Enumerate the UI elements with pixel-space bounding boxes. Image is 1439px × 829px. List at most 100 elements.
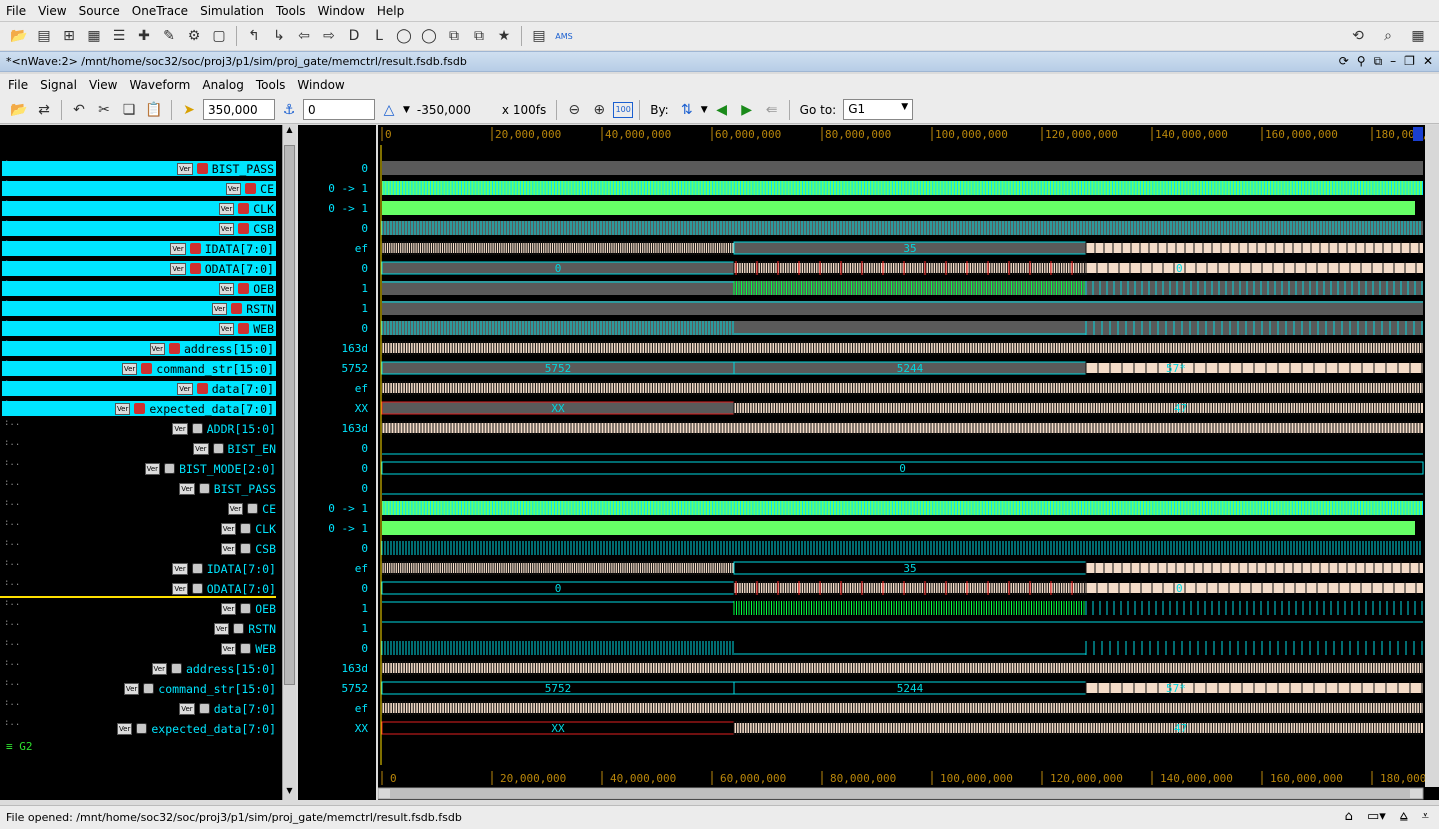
signal-row[interactable]: :..VerIDATA[7:0] [0, 238, 282, 258]
menu-simulation[interactable]: Simulation [194, 4, 270, 18]
search-backward-icon[interactable]: ◀ [711, 99, 733, 121]
signal-row[interactable]: :..Veraddress[15:0] [0, 338, 282, 358]
signal-name[interactable]: Ver ADDR[15:0] [172, 421, 276, 436]
waveform-canvas[interactable]: 0 0 20,000,000 20,000,000 40,000,000 40,000,0… [378, 125, 1439, 800]
ams-icon[interactable]: AMS [553, 25, 575, 47]
by-dropdown-icon[interactable]: ▼ [701, 105, 708, 115]
signal-name[interactable]: Ver WEB [220, 641, 276, 656]
search-by-icon[interactable]: ⇅ [676, 99, 698, 121]
collapse-icon[interactable]: ⩠ [1400, 809, 1408, 824]
search-icon[interactable]: ⌕ [1377, 25, 1399, 47]
new-icon[interactable]: ▢ [208, 25, 230, 47]
signal-row[interactable]: :..VerWEB [0, 318, 282, 338]
paste-icon[interactable]: 📋 [143, 99, 165, 121]
hier2-icon[interactable]: ⧉ [468, 25, 490, 47]
nwave-menu-signal[interactable]: Signal [34, 78, 83, 92]
signal-name-pane[interactable]: :.. Ver BIST_PASS:.. Ver CE:.. Ver CLK:.. Ver CS… [0, 125, 282, 800]
signal-name[interactable]: Ver BIST_EN [193, 441, 276, 456]
copy-icon[interactable]: ❏ [118, 99, 140, 121]
signal-row[interactable]: :.. Ver BIST_PASS [0, 478, 282, 498]
signal-name[interactable]: Ver IDATA[7:0] [172, 561, 276, 576]
menu-tools[interactable]: Tools [270, 4, 312, 18]
signal-row[interactable]: :..Vercommand_str[15:0] [0, 678, 282, 698]
signal-row[interactable]: :.. Ver BIST_EN [0, 438, 282, 458]
waveform-pane[interactable]: 0 0 20,000,000 20,000,000 40,000,000 40,000,0… [378, 125, 1439, 800]
signal-row[interactable]: :..Vercommand_str[15:0] [0, 358, 282, 378]
nwave-menu-analog[interactable]: Analog [196, 78, 249, 92]
menu-source[interactable]: Source [73, 4, 126, 18]
signal-row[interactable]: :..VerCSB [0, 218, 282, 238]
signal-row[interactable]: :..Verexpected_data[7:0] [0, 718, 282, 738]
search-forward-icon[interactable]: ▶ [736, 99, 758, 121]
signal-name[interactable]: Ver expected_data[7:0] [116, 721, 276, 736]
search-all-icon[interactable]: ⇚ [761, 99, 783, 121]
signal-name[interactable]: Ver OEB [220, 601, 276, 616]
d-icon[interactable]: D [343, 25, 365, 47]
signal-name[interactable]: Ver CE [227, 501, 276, 516]
signal-pane-scrollbar[interactable]: ▲ ▼ [282, 125, 296, 800]
signal-row[interactable]: :..VerCSB [0, 538, 282, 558]
signal-row[interactable]: :..VerRSTN [0, 618, 282, 638]
signal-name[interactable]: Ver ODATA[7:0] [2, 261, 276, 276]
delta-dropdown-icon[interactable]: ▼ [403, 105, 410, 115]
signal-name[interactable]: Ver RSTN [2, 301, 276, 316]
list-icon[interactable]: ☰ [108, 25, 130, 47]
signal-row[interactable]: :..VerRSTN [0, 298, 282, 318]
signal-name[interactable]: Ver BIST_PASS [2, 161, 276, 176]
trace-down-icon[interactable]: ↳ [268, 25, 290, 47]
open-folder-icon[interactable]: 📂 [8, 99, 30, 121]
menu-view[interactable]: View [32, 4, 72, 18]
reload-icon[interactable]: ⇄ [33, 99, 55, 121]
signal-name[interactable]: Ver BIST_MODE[2:0] [144, 461, 276, 476]
highlight-icon[interactable]: ★ [493, 25, 515, 47]
signal-name[interactable]: Ver command_str[15:0] [2, 361, 276, 376]
source-window-icon[interactable]: ▤ [33, 25, 55, 47]
chip-icon[interactable]: ⚙ [183, 25, 205, 47]
signal-name[interactable]: Ver address[15:0] [151, 661, 276, 676]
signal-row[interactable]: :.. Ver ADDR[15:0] [0, 418, 282, 438]
signal-name[interactable]: Ver command_str[15:0] [123, 681, 276, 696]
signal-row[interactable]: :..VerCE [0, 178, 282, 198]
signal-value-pane[interactable]: 0 0 -> 1 0 -> 1 0 ef 0 1 1 0 163d 5752 ef XX 163d 0 0 0 0… [298, 125, 376, 800]
zoom-100-icon[interactable]: 100 [613, 101, 634, 118]
signal-row[interactable]: :..VerCLK [0, 198, 282, 218]
open-folder-icon[interactable]: 📂 [8, 25, 30, 47]
nwave-menu-waveform[interactable]: Waveform [123, 78, 196, 92]
expand-icon[interactable]: ⩡ [1422, 809, 1429, 824]
menu-onetrace[interactable]: OneTrace [126, 4, 194, 18]
menu-window[interactable]: Window [312, 4, 371, 18]
nwave-menu-view[interactable]: View [83, 78, 123, 92]
signal-name[interactable]: Ver CLK [220, 521, 276, 536]
signal-row[interactable]: :..VerCE [0, 498, 282, 518]
close-icon[interactable]: ✕ [1423, 54, 1433, 69]
zoom-out-icon[interactable]: ⊖ [563, 99, 585, 121]
waveform-window-icon[interactable]: ▦ [83, 25, 105, 47]
marker-time-input[interactable] [303, 99, 375, 120]
signal-name[interactable]: Ver CSB [220, 541, 276, 556]
signal-name[interactable]: Ver RSTN [213, 621, 276, 636]
menu-help[interactable]: Help [371, 4, 410, 18]
undo-icon[interactable]: ↶ [68, 99, 90, 121]
signal-row[interactable]: :..VerCLK [0, 518, 282, 538]
signal-name[interactable]: Ver expected_data[7:0] [2, 401, 276, 416]
signal-name[interactable]: Ver BIST_PASS [179, 481, 276, 496]
nwave-menu-file[interactable]: File [2, 78, 34, 92]
signal-row[interactable]: :..VerODATA[7:0] [0, 258, 282, 278]
signal-row[interactable]: :..Veraddress[15:0] [0, 658, 282, 678]
signal-row[interactable]: :..VerODATA[7:0] [0, 578, 282, 598]
up-circle-icon[interactable]: ◯ [393, 25, 415, 47]
nwave-menu-window[interactable]: Window [291, 78, 350, 92]
preferences-icon[interactable]: ▤ [528, 25, 550, 47]
signal-name[interactable]: Ver WEB [2, 321, 276, 336]
signal-row[interactable]: :..VerOEB [0, 278, 282, 298]
history-icon[interactable]: ⟲ [1347, 25, 1369, 47]
trace-up-icon[interactable]: ↰ [243, 25, 265, 47]
signal-name[interactable]: Ver OEB [2, 281, 276, 296]
signal-row[interactable]: :..VerOEB [0, 598, 282, 618]
schematic-icon[interactable]: ⊞ [58, 25, 80, 47]
cursor-icon[interactable]: ➤ [178, 99, 200, 121]
signal-row[interactable]: :..Verexpected_data[7:0] [0, 398, 282, 418]
home-icon[interactable]: ⌂ [1345, 809, 1353, 824]
signal-row[interactable]: :..Verdata[7:0] [0, 378, 282, 398]
undock-icon[interactable]: ⧉ [1374, 54, 1383, 69]
